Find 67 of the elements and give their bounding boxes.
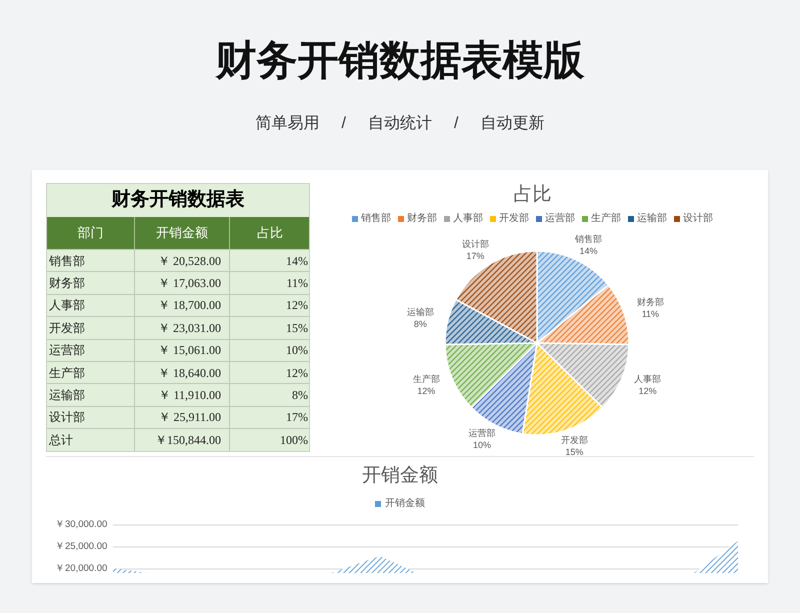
table-cell-text: 17%: [285, 409, 309, 426]
legend-label: 销售部: [361, 212, 391, 225]
table-cell-text: 14%: [285, 252, 309, 270]
slice-label: 人事部: [634, 372, 662, 385]
slice-value: 17%: [466, 250, 484, 262]
feature-label: 自动更新: [480, 114, 544, 134]
column-header: 开销金额: [135, 217, 230, 249]
legend-label: 开销金额: [385, 496, 425, 512]
table-cell: ￥ 11,910.00: [135, 384, 230, 406]
table-cell-text: 8%: [291, 387, 309, 404]
table-cell: ￥ 25,911.00: [135, 406, 230, 428]
slice-value: 10%: [472, 438, 491, 451]
chart-title: 占比: [514, 183, 552, 207]
axis-tick-label: ￥25,000.00: [55, 539, 108, 554]
legend-label: 运营部: [545, 212, 575, 225]
slice-label: 运营部: [468, 426, 496, 439]
table-cell: ￥ 20,528.00: [135, 250, 230, 272]
table-cell: 财务部: [47, 272, 135, 294]
slice-value: 12%: [417, 384, 436, 397]
table-cell: 生产部: [47, 362, 135, 384]
legend-label: 运输部: [637, 212, 667, 225]
table-title: 财务开销数据表: [110, 188, 246, 212]
table-cell: 总计: [47, 429, 135, 451]
table-cell: ￥ 18,700.00: [135, 294, 230, 316]
slice-value: 8%: [414, 318, 427, 330]
page-title: 财务开销数据表模版: [216, 36, 584, 85]
table-cell: 开发部: [47, 317, 135, 339]
slice-label: 开发部: [560, 434, 588, 446]
table-cell-text: 10%: [285, 342, 309, 360]
legend-label: 人事部: [453, 212, 483, 225]
table-cell: ￥150,844.00: [135, 429, 230, 451]
legend-label: 生产部: [591, 212, 621, 225]
slice-label: 运输部: [406, 306, 434, 318]
axis-tick-label: ￥30,000.00: [55, 517, 108, 532]
legend-label: 财务部: [407, 212, 437, 225]
slice-label: 生产部: [412, 372, 440, 385]
table-cell-text: 11%: [285, 275, 309, 292]
feature-label: /: [454, 114, 458, 134]
table-cell: 设计部: [47, 406, 135, 428]
column-header: 部门: [47, 217, 135, 249]
slice-value: 11%: [642, 308, 660, 320]
feature-label: /: [342, 114, 346, 134]
axis-tick-label: ￥20,000.00: [55, 561, 108, 576]
slice-value: 14%: [580, 245, 598, 258]
table-cell: ￥ 17,063.00: [135, 272, 230, 294]
legend-label: 设计部: [683, 212, 713, 225]
chart-title: 开销金额: [362, 464, 438, 488]
legend-label: 开发部: [499, 212, 529, 225]
slice-label: 设计部: [462, 238, 489, 250]
slice-value: 15%: [565, 446, 584, 458]
table-cell-text: 12%: [285, 297, 309, 314]
table-cell-text: 15%: [285, 320, 309, 337]
column-header: 占比: [256, 224, 284, 242]
table-cell: 运输部: [47, 384, 135, 406]
table-cell-text: 12%: [285, 364, 309, 382]
table-cell: 销售部: [47, 250, 135, 272]
slice-value: 12%: [638, 384, 657, 397]
slice-label: 销售部: [575, 233, 602, 246]
feature-label: 简单易用: [256, 114, 320, 134]
table-cell: ￥ 23,031.00: [135, 317, 230, 339]
slice-label: 财务部: [636, 296, 664, 308]
table-cell-text: 100%: [279, 432, 309, 449]
table-cell: 运营部: [47, 340, 135, 361]
feature-label: 自动统计: [368, 114, 432, 134]
table-cell: ￥ 15,061.00: [135, 340, 230, 361]
table-cell: ￥ 18,640.00: [135, 362, 230, 384]
table-cell: 人事部: [47, 294, 135, 316]
